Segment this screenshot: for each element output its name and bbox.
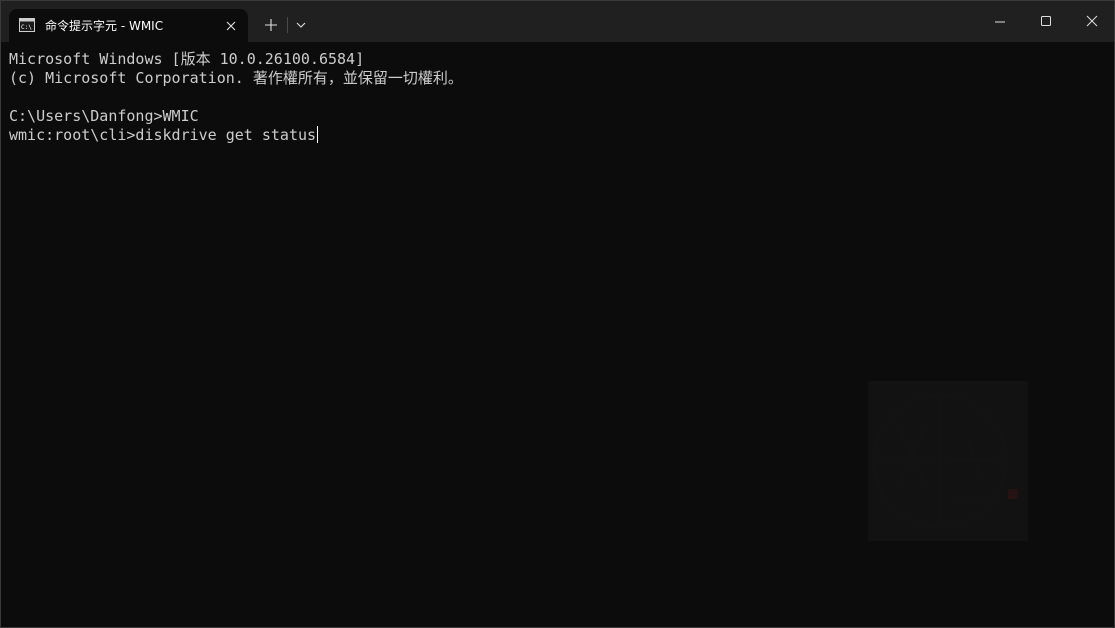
console-input-text: wmic:root\cli>diskdrive get status [9,126,317,144]
close-window-button[interactable] [1069,1,1114,42]
console-line-prompt: C:\Users\Danfong>WMIC [9,107,199,125]
watermark-logo [868,381,1028,541]
console-line-copyright: (c) Microsoft Corporation. 著作權所有，並保留一切權利… [9,69,463,87]
terminal-window: C:\ 命令提示字元 - WMIC Microsoft Windows [版本 … [0,0,1115,628]
title-bar[interactable]: C:\ 命令提示字元 - WMIC [1,1,1114,42]
svg-text:C:\: C:\ [21,24,32,31]
console-line-version: Microsoft Windows [版本 10.0.26100.6584] [9,50,365,68]
command-prompt-icon: C:\ [19,18,35,32]
chevron-down-icon[interactable] [291,13,311,37]
maximize-button[interactable] [1023,1,1069,42]
new-tab-icon[interactable] [259,13,283,37]
tab-divider [287,17,288,33]
text-cursor [317,126,319,143]
tab-command-prompt[interactable]: C:\ 命令提示字元 - WMIC [9,9,248,42]
tab-title: 命令提示字元 - WMIC [45,19,164,33]
console-line-input[interactable]: wmic:root\cli>diskdrive get status [9,126,1114,145]
close-tab-icon[interactable] [221,16,241,36]
minimize-button[interactable] [977,1,1023,42]
